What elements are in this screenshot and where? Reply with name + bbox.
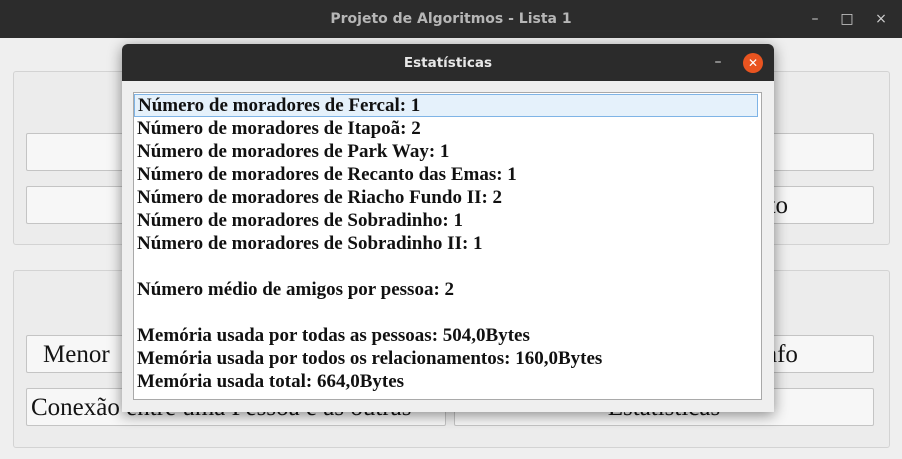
statistics-list[interactable]: Número de moradores de Fercal: 1 Número … bbox=[133, 92, 762, 400]
list-item[interactable]: Número de moradores de Sobradinho II: 1 bbox=[137, 232, 483, 255]
dialog-titlebar: Estatísticas – ✕ bbox=[122, 44, 774, 81]
list-item[interactable]: Número de moradores de Park Way: 1 bbox=[137, 140, 449, 163]
main-window-title: Projeto de Algoritmos - Lista 1 bbox=[330, 11, 572, 27]
list-item[interactable]: Número médio de amigos por pessoa: 2 bbox=[137, 278, 454, 301]
list-item[interactable]: Número de moradores de Sobradinho: 1 bbox=[137, 209, 463, 232]
list-item[interactable]: Número de moradores de Itapoã: 2 bbox=[137, 117, 421, 140]
maximize-icon[interactable]: □ bbox=[837, 9, 857, 29]
dialog-title: Estatísticas bbox=[403, 55, 493, 71]
list-item[interactable]: Número de moradores de Recanto das Emas:… bbox=[137, 163, 517, 186]
dialog-body: Número de moradores de Fercal: 1 Número … bbox=[122, 81, 774, 412]
statistics-dialog: Estatísticas – ✕ Número de moradores de … bbox=[122, 44, 774, 412]
minimize-icon[interactable]: – bbox=[805, 9, 825, 29]
list-item[interactable]: Memória usada por todos os relacionament… bbox=[137, 347, 602, 370]
main-titlebar: Projeto de Algoritmos - Lista 1 – □ × bbox=[0, 0, 902, 38]
dialog-minimize-icon[interactable]: – bbox=[708, 52, 728, 72]
list-item[interactable]: Número de moradores de Riacho Fundo II: … bbox=[137, 186, 502, 209]
list-item[interactable]: Número de moradores de Fercal: 1 bbox=[134, 94, 758, 117]
dialog-close-icon[interactable]: ✕ bbox=[743, 53, 763, 73]
close-icon[interactable]: × bbox=[871, 9, 891, 29]
list-item[interactable]: Memória usada total: 664,0Bytes bbox=[137, 370, 404, 393]
list-item[interactable]: Memória usada por todas as pessoas: 504,… bbox=[137, 324, 530, 347]
